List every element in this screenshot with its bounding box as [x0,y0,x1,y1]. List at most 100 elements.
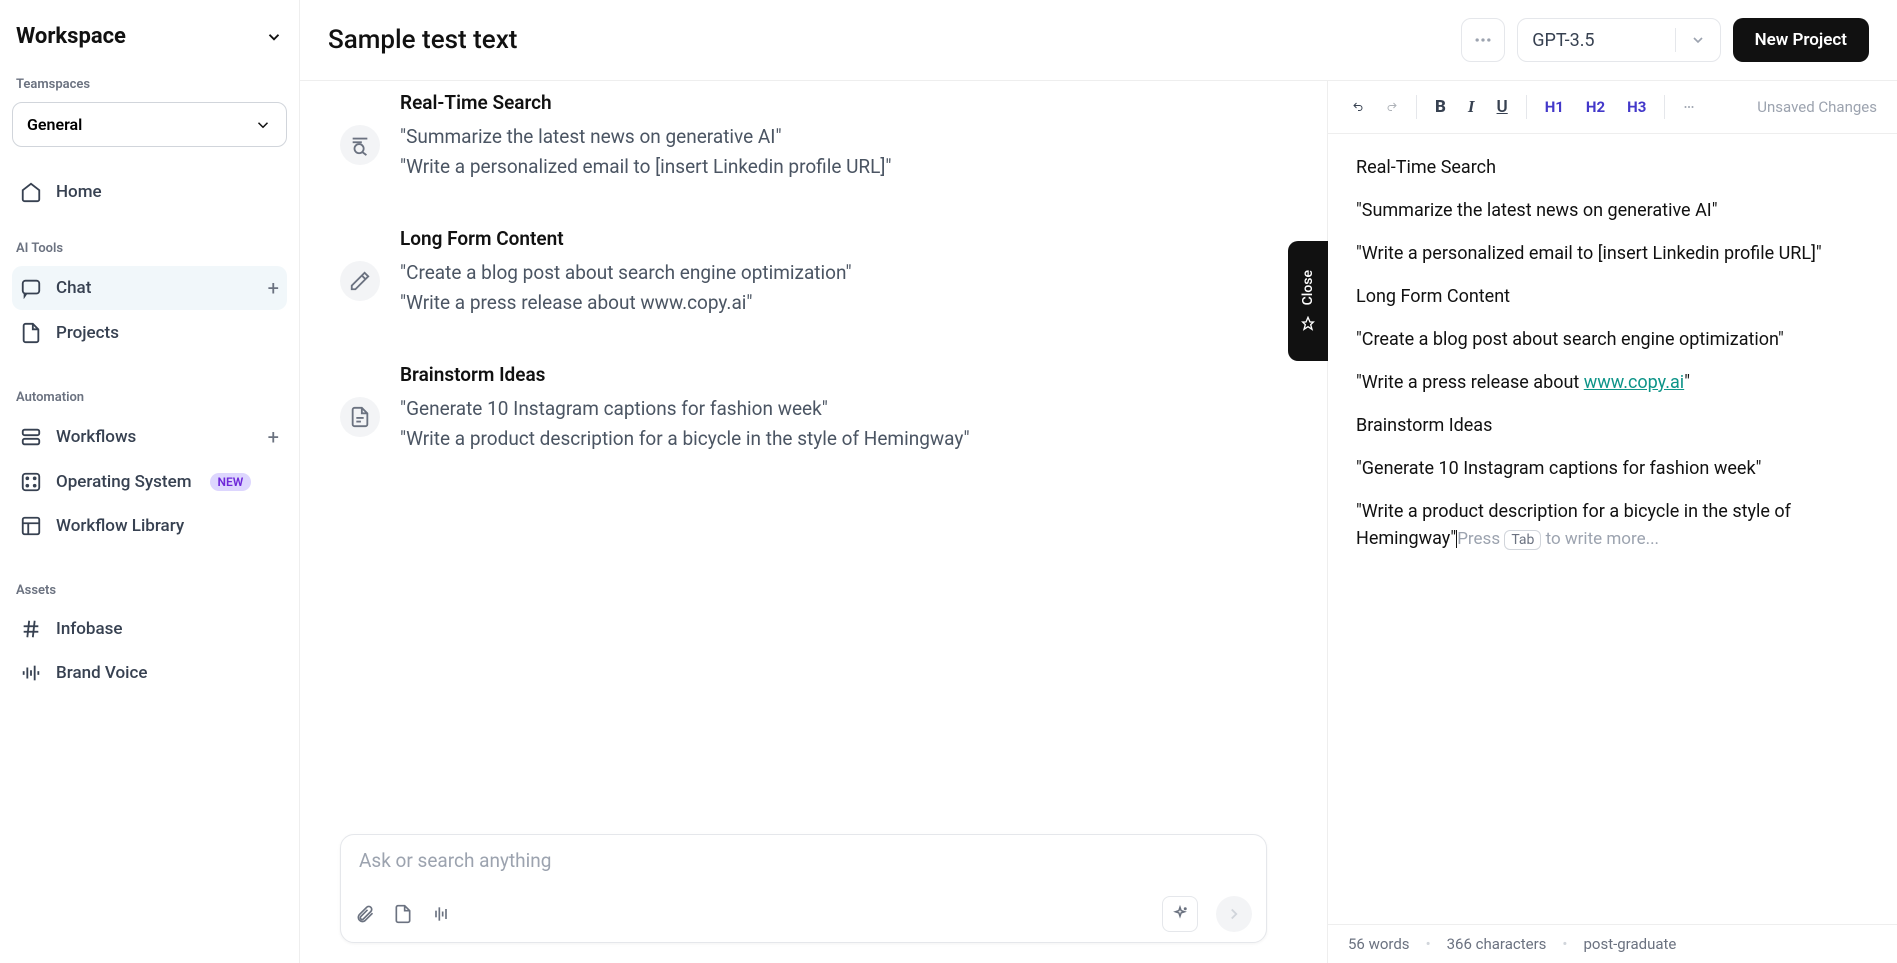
divider [1675,28,1676,52]
suggestion-title: Long Form Content [400,227,852,250]
nav-os-label: Operating System [56,472,192,492]
send-button[interactable] [1216,896,1252,932]
editor-line: "Write a personalized email to [insert L… [1356,240,1869,267]
chat-input[interactable] [359,849,1248,872]
workspace-title: Workspace [16,24,126,49]
home-icon [20,181,42,203]
teamspace-selected: General [27,115,82,134]
attachment-icon[interactable] [355,904,375,924]
assets-label: Assets [12,575,287,608]
new-project-button[interactable]: New Project [1733,18,1869,62]
model-select[interactable]: GPT-3.5 [1517,18,1720,62]
layout-icon [20,515,42,537]
workflows-icon [20,426,42,448]
separator [1664,95,1665,119]
model-selected: GPT-3.5 [1532,30,1594,51]
suggestion-brainstorm: Brainstorm Ideas "Generate 10 Instagram … [340,363,1267,455]
redo-button[interactable] [1382,97,1402,117]
tab-key-hint: Tab [1504,530,1541,550]
document-icon [340,397,380,437]
teamspaces-label: Teamspaces [12,69,287,102]
editor-line: Brainstorm Ideas [1356,412,1869,439]
chevron-down-icon [254,116,272,134]
underline-button[interactable]: U [1493,95,1512,119]
dots-icon [1473,30,1493,50]
grid-icon [20,471,42,493]
editor-line: "Summarize the latest news on generative… [1356,197,1869,224]
voice-icon[interactable] [431,904,451,924]
h2-button[interactable]: H2 [1582,96,1609,118]
enhance-button[interactable] [1162,896,1198,932]
chat-column: Real-Time Search "Summarize the latest n… [300,81,1327,963]
chevron-down-icon [1690,32,1706,48]
new-badge: NEW [210,473,252,491]
suggestion-line: "Generate 10 Instagram captions for fash… [400,394,970,424]
undo-button[interactable] [1348,97,1368,117]
nav-chat[interactable]: Chat + [12,266,287,310]
nav-wflib-label: Workflow Library [56,516,184,536]
suggestion-realtime: Real-Time Search "Summarize the latest n… [340,91,1267,183]
topbar: Sample test text GPT-3.5 New Project [300,0,1897,81]
automation-label: Automation [12,382,287,415]
h3-button[interactable]: H3 [1623,96,1650,118]
add-workflow-button[interactable]: + [268,425,279,449]
editor-body[interactable]: Real-Time Search "Summarize the latest n… [1328,134,1897,924]
workspace-switcher[interactable]: Workspace [12,16,287,69]
separator [1526,95,1527,119]
voice-icon [20,662,42,684]
page-title: Sample test text [328,25,1449,55]
nav-workflows-label: Workflows [56,427,136,447]
more-formatting-button[interactable] [1679,97,1699,117]
teamspace-select[interactable]: General [12,102,287,147]
word-count: 56 words [1348,935,1410,953]
suggestion-line: "Write a press release about www.copy.ai… [400,288,852,318]
nav-infobase[interactable]: Infobase [12,608,287,650]
chat-scroll[interactable]: Real-Time Search "Summarize the latest n… [300,81,1327,834]
italic-button[interactable]: I [1464,95,1479,119]
search-timeline-icon [340,125,380,165]
nav-brand-voice[interactable]: Brand Voice [12,652,287,694]
suggestion-title: Real-Time Search [400,91,892,114]
sparkle-icon [1171,905,1189,923]
suggestion-line: "Write a product description for a bicyc… [400,424,970,454]
editor-line: "Create a blog post about search engine … [1356,326,1869,353]
pen-icon [340,261,380,301]
editor-toolbar: B I U H1 H2 H3 Unsaved Changes [1328,81,1897,134]
suggestion-line: "Create a blog post about search engine … [400,258,852,288]
nav-projects-label: Projects [56,323,119,343]
editor-line: "Write a press release about www.copy.ai… [1356,369,1869,396]
editor-footer: 56 words • 366 characters • post-graduat… [1328,924,1897,963]
h1-button[interactable]: H1 [1541,96,1568,118]
more-options-button[interactable] [1461,18,1505,62]
nav-workflows[interactable]: Workflows + [12,415,287,459]
arrow-right-icon [1225,905,1243,923]
pin-icon [1300,316,1316,332]
chevron-down-icon [265,28,283,46]
editor-column: Close B I U H1 H2 H3 Unsaved Changes [1327,81,1897,963]
chat-icon [20,277,42,299]
suggestion-longform: Long Form Content "Create a blog post ab… [340,227,1267,319]
hash-icon [20,618,42,640]
char-count: 366 characters [1447,935,1547,953]
close-label: Close [1300,270,1316,305]
nav-brand-voice-label: Brand Voice [56,663,147,683]
suggestion-title: Brainstorm Ideas [400,363,970,386]
editor-line: "Generate 10 Instagram captions for fash… [1356,455,1869,482]
add-chat-button[interactable]: + [268,276,279,300]
nav-operating-system[interactable]: Operating System NEW [12,461,287,503]
ai-tools-label: AI Tools [12,233,287,266]
document-icon [20,322,42,344]
dot-separator: • [1426,935,1431,953]
dot-separator: • [1562,935,1567,953]
nav-projects[interactable]: Projects [12,312,287,354]
nav-workflow-library[interactable]: Workflow Library [12,505,287,547]
unsaved-indicator: Unsaved Changes [1757,98,1877,116]
close-editor-button[interactable]: Close [1288,241,1328,361]
link-copyai[interactable]: www.copy.ai [1584,372,1684,393]
bold-button[interactable]: B [1431,95,1450,119]
nav-home[interactable]: Home [12,171,287,213]
document-icon[interactable] [393,904,413,924]
nav-home-label: Home [56,182,102,202]
chat-input-area [340,834,1267,943]
suggestion-line: "Summarize the latest news on generative… [400,122,892,152]
